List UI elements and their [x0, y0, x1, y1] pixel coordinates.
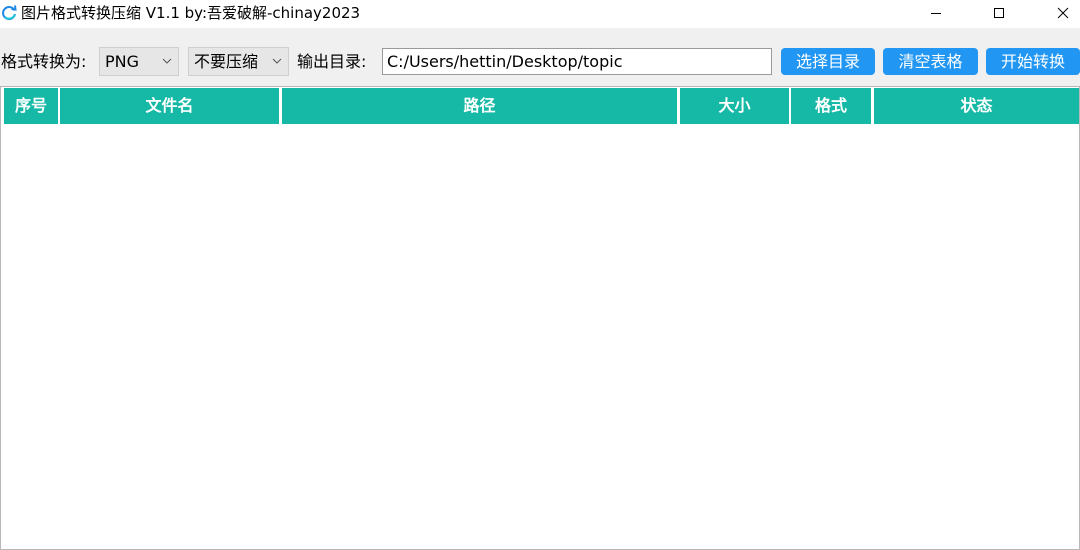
minimize-icon — [931, 13, 941, 14]
output-dir-label: 输出目录: — [297, 52, 367, 71]
title-bar: 图片格式转换压缩 V1.1 by:吾爱破解-chinay2023 — [0, 0, 1080, 28]
minimize-button[interactable] — [913, 0, 959, 26]
chevron-down-icon — [162, 58, 172, 64]
format-label: 格式转换为: — [1, 52, 87, 71]
app-window: 图片格式转换压缩 V1.1 by:吾爱破解-chinay2023 格式转换为: … — [0, 0, 1080, 550]
refresh-app-icon — [2, 5, 17, 21]
column-header-path[interactable]: 路径 — [282, 88, 677, 124]
select-dir-button[interactable]: 选择目录 — [781, 48, 875, 75]
format-select-value: PNG — [105, 52, 140, 71]
compress-select[interactable]: 不要压缩 — [188, 47, 289, 76]
close-button[interactable] — [1040, 0, 1080, 26]
column-header-status[interactable]: 状态 — [874, 88, 1079, 124]
table-header: 序号 文件名 路径 大小 格式 状态 — [2, 88, 1079, 125]
close-icon — [1057, 7, 1069, 19]
output-dir-input[interactable] — [382, 48, 772, 75]
clear-table-button[interactable]: 清空表格 — [883, 48, 978, 75]
start-convert-button[interactable]: 开始转换 — [986, 48, 1080, 75]
column-header-size[interactable]: 大小 — [680, 88, 789, 124]
column-header-filename[interactable]: 文件名 — [60, 88, 279, 124]
column-header-index[interactable]: 序号 — [4, 88, 58, 124]
column-header-format[interactable]: 格式 — [791, 88, 871, 124]
format-select[interactable]: PNG — [99, 47, 179, 76]
table-body[interactable] — [2, 125, 1079, 549]
maximize-icon — [994, 8, 1004, 18]
window-title: 图片格式转换压缩 V1.1 by:吾爱破解-chinay2023 — [21, 4, 361, 22]
maximize-button[interactable] — [976, 0, 1022, 26]
chevron-down-icon — [272, 58, 282, 64]
compress-select-value: 不要压缩 — [194, 52, 259, 71]
file-table[interactable]: 序号 文件名 路径 大小 格式 状态 — [0, 86, 1080, 550]
